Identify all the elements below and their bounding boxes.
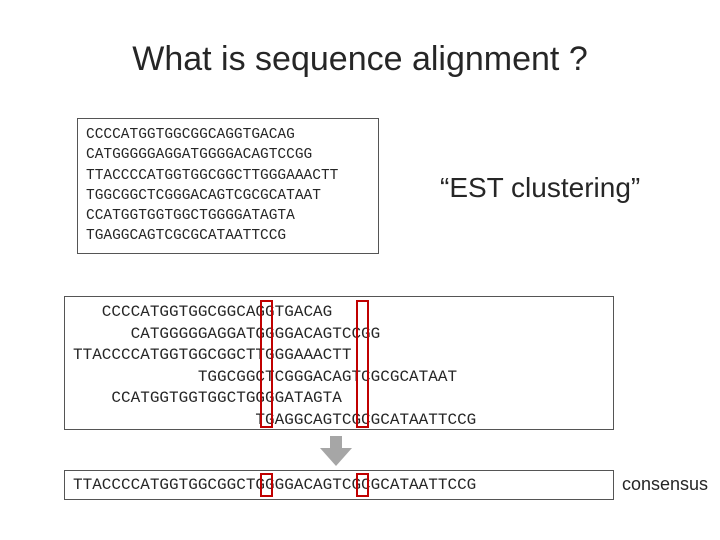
highlight-column-a (260, 300, 273, 428)
seq-line: CCCCATGGTGGCGGCAGGTGACAG (86, 125, 370, 145)
label-consensus: consensus (622, 474, 708, 495)
seq-line: CCCCATGGTGGCGGCAGGTGACAG (73, 302, 605, 324)
highlight-column-b (356, 300, 369, 428)
seq-line: CATGGGGGAGGATGGGGACAGTCCGG (86, 145, 370, 165)
sequences-box-aligned: CCCCATGGTGGCGGCAGGTGACAG CATGGGGGAGGATGG… (64, 296, 614, 430)
highlight-consensus-b (356, 473, 369, 497)
seq-line: CCATGGTGGTGGCTGGGGATAGTA (86, 206, 370, 226)
consensus-box: TTACCCCATGGTGGCGGCTGGGGACAGTCGCGCATAATTC… (64, 470, 614, 500)
seq-line: TGGCGGCTCGGGACAGTCGCGCATAAT (86, 186, 370, 206)
seq-line: TTACCCCATGGTGGCGGCTTGGGAAACTT (73, 345, 605, 367)
seq-line: CATGGGGGAGGATGGGGACAGTCCGG (73, 324, 605, 346)
sequences-box-unaligned: CCCCATGGTGGCGGCAGGTGACAG CATGGGGGAGGATGG… (77, 118, 379, 254)
seq-line: TGGCGGCTCGGGACAGTCGCGCATAAT (73, 367, 605, 389)
seq-line: TGAGGCAGTCGCGCATAATTCCG (86, 226, 370, 246)
highlight-consensus-a (260, 473, 273, 497)
slide-title: What is sequence alignment ? (0, 40, 720, 79)
label-est-clustering: “EST clustering” (440, 172, 640, 204)
seq-line: CCATGGTGGTGGCTGGGGATAGTA (73, 388, 605, 410)
seq-line: TGAGGCAGTCGCGCATAATTCCG (73, 410, 605, 432)
seq-line: TTACCCCATGGTGGCGGCTTGGGAAACTT (86, 166, 370, 186)
